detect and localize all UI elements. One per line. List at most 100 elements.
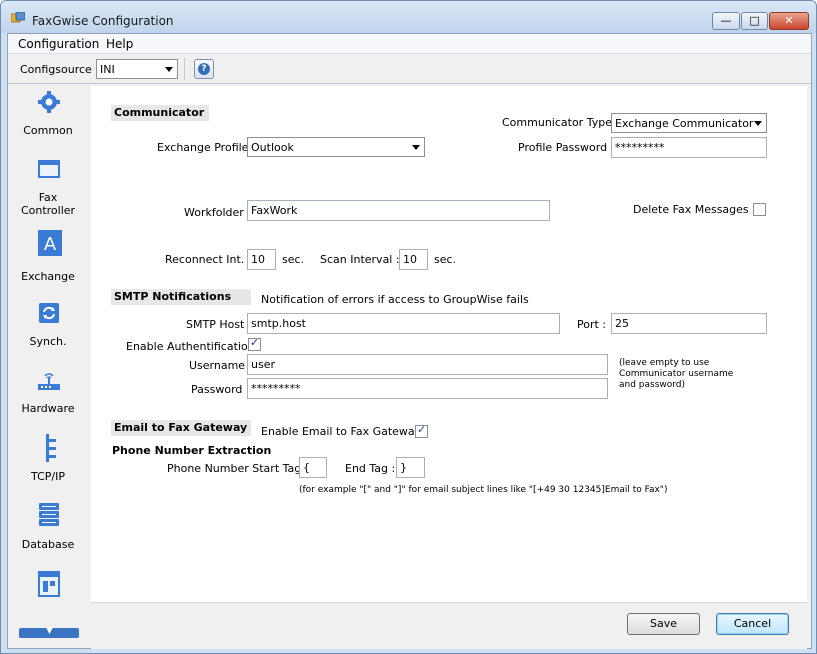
workfolder-input[interactable]: FaxWork [247,200,550,221]
reconnect-unit: sec. [282,253,305,266]
exchange-profile-select[interactable]: Outlook [247,137,425,157]
title-bar[interactable]: FaxGwise Configuration — □ ✕ [1,1,816,33]
communicator-type-label: Communicator Type : [502,116,620,129]
svg-text:A: A [44,234,57,255]
maximize-icon: □ [749,14,760,27]
maximize-button[interactable]: □ [741,12,768,30]
start-tag-label: Phone Number Start Tag : [167,462,309,475]
button-bar: Save Cancel [91,602,807,649]
database-icon [39,503,59,526]
sidebar-item-hardware[interactable]: Hardware [8,368,88,428]
phone-extraction-title: Phone Number Extraction [112,444,272,457]
sidebar-item-exchange[interactable]: A Exchange [8,230,88,291]
username-label: Username : [189,359,253,372]
delete-fax-messages-label: Delete Fax Messages : [633,203,756,216]
exchange-profile-label: Exchange Profile : [157,141,256,154]
sidebar-scroll-button[interactable]: ▼ [19,626,79,638]
configsource-select[interactable]: INI [96,59,178,79]
sidebar-item-database[interactable]: Database [8,501,88,561]
sidebar-item-tcpip[interactable]: TCP/IP [8,433,88,493]
reconnect-interval-label: Reconnect Int. : [165,253,252,266]
smtp-host-input[interactable]: smtp.host [247,313,560,334]
configsource-label: Configsource : [20,63,100,76]
app-icon [11,12,25,23]
sidebar-item-label: TCP/IP [31,470,65,483]
port-label: Port : [577,318,607,331]
modem-icon [38,373,60,390]
section-communicator: Communicator [111,105,209,121]
enable-authentification-checkbox[interactable]: ✓ [248,336,261,351]
help-button[interactable]: ? [194,59,214,79]
credentials-hint-line-1: (leave empty to use [619,358,710,368]
reconnect-interval-value: 10 [251,253,265,266]
client-area: Configuration Help Configsource : INI ? … [7,33,812,649]
profile-password-value: ********* [615,141,665,154]
section-email-to-fax-gateway: Email to Fax Gateway [111,420,251,436]
smtp-host-value: smtp.host [251,317,306,330]
menu-bar: Configuration Help [8,34,811,54]
sidebar-item-label: Database [21,538,75,551]
app-window: FaxGwise Configuration — □ ✕ Configurati… [0,0,817,654]
username-input[interactable]: user [247,354,608,375]
toolbar: Configsource : INI ? [8,54,811,84]
scan-interval-value: 10 [403,253,417,266]
enable-authentification-label: Enable Authentification : [126,340,262,353]
chevron-down-icon [754,121,762,126]
close-icon: ✕ [784,14,794,27]
window-icon [38,160,60,178]
start-tag-value: { [303,461,310,474]
scan-interval-input[interactable]: 10 [399,249,428,270]
end-tag-input[interactable]: } [396,457,425,478]
communicator-type-select[interactable]: Exchange Communicator [611,113,767,133]
menu-configuration[interactable]: Configuration [18,37,99,51]
profile-password-input[interactable]: ********* [611,137,767,158]
profile-password-label: Profile Password : [518,141,615,154]
sidebar-item-label: Synch. [29,335,67,348]
workfolder-label: Workfolder : [184,206,251,219]
gear-icon [38,91,60,113]
enable-gateway-checkbox[interactable]: ✓ [415,423,428,438]
section-smtp-notifications: SMTP Notifications [111,289,251,305]
end-tag-label: End Tag : [345,462,396,475]
save-button[interactable]: Save [627,613,700,635]
start-tag-input[interactable]: { [299,457,327,478]
sidebar-item-synch[interactable]: Synch. [8,301,88,361]
sidebar-item-label: Exchange [21,270,75,283]
sidebar-item-label: Hardware [21,402,75,415]
scan-unit: sec. [434,253,457,266]
chevron-down-icon [165,67,173,72]
layout-icon [38,571,60,597]
configsource-value: INI [100,63,115,76]
port-value: 25 [615,317,629,330]
credentials-hint-line-2: Communicator username [619,369,734,379]
exchange-icon: A [38,230,62,256]
network-icon [46,434,56,462]
menu-help[interactable]: Help [106,37,133,51]
smtp-host-label: SMTP Host : [186,318,252,331]
reconnect-interval-input[interactable]: 10 [247,249,276,270]
sidebar-item-label: Fax Controller [20,191,76,217]
minimize-icon: — [720,14,732,27]
sidebar: Common Fax Controller A Exchange Synch. … [8,84,88,648]
cancel-button[interactable]: Cancel [716,613,789,635]
username-value: user [251,358,275,371]
window-title: FaxGwise Configuration [32,14,174,28]
checkmark-icon: ✓ [250,336,260,349]
password-input[interactable]: ********* [247,378,608,399]
minimize-button[interactable]: — [712,12,740,30]
tag-example-note: (for example "[" and "]" for email subje… [299,485,668,495]
port-input[interactable]: 25 [611,313,767,334]
sidebar-item-common[interactable]: Common [8,90,88,150]
sidebar-item-label: Common [23,124,73,137]
toolbar-separator [184,58,185,80]
chevron-down-icon: ▼ [46,626,53,636]
settings-panel: Communicator Communicator Type : Exchang… [91,86,807,602]
password-label: Password : [191,383,250,396]
sidebar-item-fax-controller[interactable]: Fax Controller [8,157,88,217]
delete-fax-messages-checkbox[interactable] [753,203,766,216]
sidebar-item-more[interactable] [8,570,88,620]
password-value: ********* [251,382,301,395]
close-button[interactable]: ✕ [769,12,809,30]
sync-icon [39,303,59,323]
help-icon: ? [198,63,210,75]
